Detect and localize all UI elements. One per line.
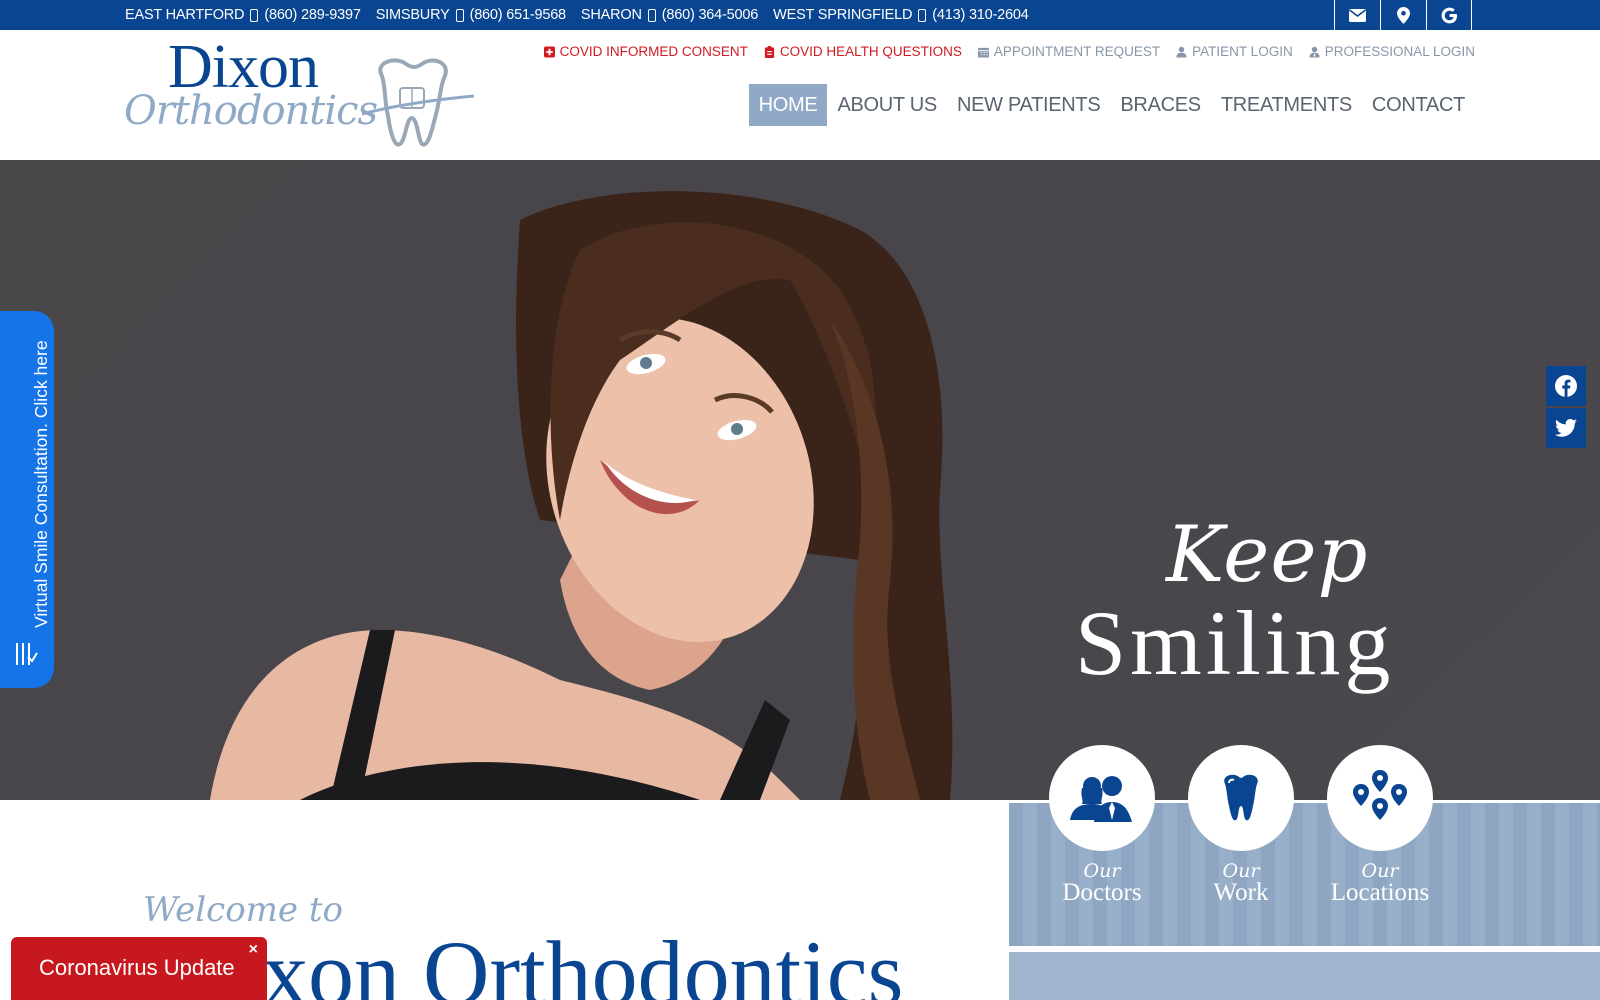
- utility-links: COVID INFORMED CONSENT COVID HEALTH QUES…: [528, 44, 1475, 59]
- location-phone[interactable]: (413) 310-2604: [932, 7, 1029, 23]
- location-phone[interactable]: (860) 289-9397: [264, 7, 361, 23]
- user-icon: [1176, 46, 1187, 57]
- map-pin-icon[interactable]: [1380, 0, 1426, 30]
- coronavirus-update-label: Coronavirus Update: [39, 955, 235, 980]
- location-name: EAST HARTFORD: [125, 7, 245, 23]
- hero-headline-smiling: Smiling: [1075, 592, 1395, 694]
- util-label: APPOINTMENT REQUEST: [993, 44, 1161, 59]
- location-simsbury[interactable]: SIMSBURY (860) 651-9568: [376, 7, 566, 23]
- list-check-icon: [16, 643, 38, 665]
- location-phones: EAST HARTFORD (860) 289-9397 SIMSBURY (8…: [125, 0, 1044, 30]
- tooth-icon: [1224, 774, 1258, 821]
- twitter-icon[interactable]: [1546, 408, 1586, 448]
- covid-health-questions-link[interactable]: COVID HEALTH QUESTIONS: [764, 44, 962, 59]
- feature-our-locations[interactable]: Our Locations: [1327, 745, 1433, 905]
- google-icon[interactable]: [1426, 0, 1472, 30]
- nav-item-contact[interactable]: CONTACT: [1362, 84, 1475, 126]
- hero-headline-keep: Keep: [1166, 510, 1369, 600]
- appointment-request-link[interactable]: APPOINTMENT REQUEST: [977, 44, 1161, 59]
- mobile-phone-icon: [918, 8, 927, 22]
- dixon-orthodontics-logo[interactable]: Dixon Orthodontics: [122, 33, 474, 154]
- virtual-consultation-label: Virtual Smile Consultation. Click here: [30, 340, 51, 628]
- feature-our-text: Our: [1222, 860, 1260, 882]
- smiling-woman-photo: [210, 191, 953, 800]
- tooth-braces-icon: [362, 58, 474, 147]
- location-phone[interactable]: (860) 651-9568: [470, 7, 567, 23]
- top-bar: EAST HARTFORD (860) 289-9397 SIMSBURY (8…: [0, 0, 1600, 30]
- features-band-lower: [1009, 952, 1600, 1000]
- calendar-icon: [977, 47, 989, 57]
- covid-informed-consent-link[interactable]: COVID INFORMED CONSENT: [543, 44, 748, 59]
- patient-login-link[interactable]: PATIENT LOGIN: [1176, 44, 1293, 59]
- social-links: [1546, 366, 1586, 450]
- util-label: COVID HEALTH QUESTIONS: [779, 44, 962, 59]
- feature-title: Doctors: [1062, 879, 1142, 906]
- location-west-springfield[interactable]: WEST SPRINGFIELD (413) 310-2604: [773, 7, 1029, 23]
- feature-title: Work: [1213, 879, 1269, 906]
- feature-our-text: Our: [1361, 860, 1399, 882]
- welcome-title: Dixon Orthodontics: [170, 922, 904, 1000]
- nav-item-about-us[interactable]: ABOUT US: [827, 84, 946, 126]
- location-east-hartford[interactable]: EAST HARTFORD (860) 289-9397: [125, 7, 361, 23]
- top-icon-links: [1334, 0, 1472, 30]
- location-sharon[interactable]: SHARON (860) 364-5006: [581, 7, 758, 23]
- util-label: PROFESSIONAL LOGIN: [1324, 44, 1475, 59]
- feature-our-work[interactable]: Our Work: [1188, 745, 1294, 905]
- feature-our-text: Our: [1083, 860, 1121, 882]
- plus-square-icon: [543, 46, 555, 57]
- location-name: WEST SPRINGFIELD: [773, 7, 913, 23]
- location-name: SHARON: [580, 7, 642, 23]
- professional-login-link[interactable]: PROFESSIONAL LOGIN: [1309, 44, 1475, 59]
- feature-title: Locations: [1330, 879, 1430, 906]
- hero-banner: Keep Smiling: [0, 160, 1600, 800]
- nav-item-treatments[interactable]: TREATMENTS: [1211, 84, 1362, 126]
- location-name: SIMSBURY: [375, 7, 450, 23]
- main-nav: HOME ABOUT US NEW PATIENTS BRACES TREATM…: [748, 84, 1475, 126]
- mobile-phone-icon: [455, 8, 464, 22]
- feature-our-doctors[interactable]: Our Doctors: [1049, 745, 1155, 905]
- nav-item-new-patients[interactable]: NEW PATIENTS: [947, 84, 1110, 126]
- logo-text-orthodontics: Orthodontics: [124, 88, 378, 134]
- util-label: COVID INFORMED CONSENT: [559, 44, 748, 59]
- feature-circle: [1188, 745, 1294, 851]
- close-icon[interactable]: ×: [249, 941, 258, 959]
- user-tie-icon: [1309, 46, 1320, 57]
- clipboard-icon: [764, 45, 774, 58]
- feature-circle: [1327, 745, 1433, 851]
- virtual-consultation-tab[interactable]: Virtual Smile Consultation. Click here: [0, 311, 54, 688]
- nav-item-home[interactable]: HOME: [748, 84, 828, 126]
- nav-item-braces[interactable]: BRACES: [1110, 84, 1210, 126]
- coronavirus-update-popup[interactable]: Coronavirus Update ×: [11, 937, 267, 1000]
- site-header: Dixon Orthodontics COVID INFORMED CONSEN…: [0, 30, 1600, 160]
- facebook-icon[interactable]: [1546, 366, 1586, 406]
- people-icon: [1070, 776, 1132, 822]
- util-label: PATIENT LOGIN: [1192, 44, 1293, 59]
- envelope-icon[interactable]: [1334, 0, 1380, 30]
- map-markers-icon: [1353, 770, 1407, 820]
- mobile-phone-icon: [250, 8, 259, 22]
- mobile-phone-icon: [647, 8, 656, 22]
- location-phone[interactable]: (860) 364-5006: [662, 7, 759, 23]
- feature-circle: [1049, 745, 1155, 851]
